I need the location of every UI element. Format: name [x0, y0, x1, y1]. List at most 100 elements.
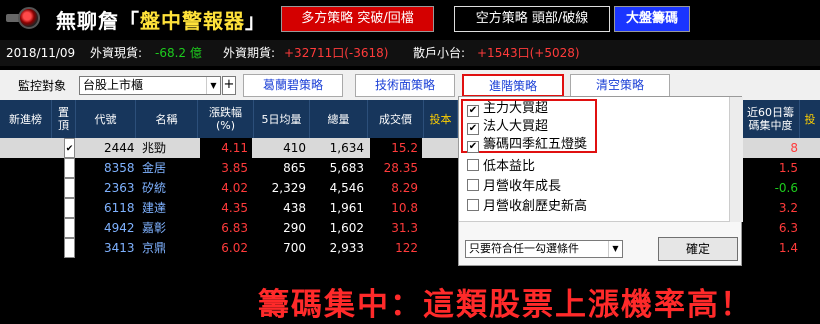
stock-name: 金居: [142, 161, 167, 175]
option-label: 主力大買超: [483, 101, 549, 116]
avg5-volume: 290: [283, 221, 306, 235]
pin-checkbox[interactable]: [64, 158, 75, 178]
stock-code: 6118: [104, 201, 135, 215]
short-strategy-button[interactable]: 空方策略 頭部/破線: [454, 6, 610, 32]
option-label: 低本益比: [483, 159, 536, 174]
monitor-target-dropdown[interactable]: 台股上市櫃 ▼: [79, 76, 221, 95]
option-checkbox[interactable]: ✔: [467, 141, 479, 153]
option-institutional-buy[interactable]: ✔ 法人大買超: [467, 119, 548, 135]
add-button[interactable]: +: [222, 76, 236, 95]
chevron-down-icon[interactable]: ▼: [206, 77, 220, 94]
long-strategy-button[interactable]: 多方策略 突破/回檔: [281, 6, 434, 32]
pin-checkbox[interactable]: [64, 178, 75, 198]
avg5-volume: 700: [283, 241, 306, 255]
option-checkbox[interactable]: [467, 199, 479, 211]
total-volume: 1,602: [329, 221, 364, 235]
concentration-60d: 8: [790, 141, 798, 155]
monitor-target-value: 台股上市櫃: [83, 78, 144, 92]
app-title-main: 盤中警報器: [140, 9, 245, 33]
concentration-60d: 6.3: [778, 221, 798, 235]
option-label: 籌碼四季紅五燈獎: [483, 137, 588, 152]
stock-code: 8358: [104, 161, 135, 175]
option-monthly-revenue-high[interactable]: 月營收創歷史新高: [467, 199, 587, 215]
avg5-volume: 865: [283, 161, 306, 175]
stock-name: 兆勁: [142, 141, 167, 155]
stock-code: 2363: [104, 181, 135, 195]
col-concentration-60d[interactable]: 近60日籌碼集中度: [742, 100, 800, 138]
total-volume: 2,933: [329, 241, 364, 255]
confirm-button[interactable]: 確定: [658, 237, 738, 261]
chevron-down-icon[interactable]: ▼: [608, 241, 622, 257]
foreign-futures-label: 外資期貨:: [223, 46, 276, 60]
price: 15.2: [370, 138, 422, 158]
total-volume: 1,634: [329, 141, 364, 155]
concentration-60d: -0.6: [774, 181, 798, 195]
market-info-bar: 2018/11/09 外資現貨: -68.2 億 外資期貨: +32711口(-…: [0, 40, 820, 66]
concentration-60d: 3.2: [778, 201, 798, 215]
col-total-volume[interactable]: 總量: [310, 100, 368, 138]
total-volume: 4,546: [329, 181, 364, 195]
option-main-force-buy[interactable]: ✔ 主力大買超: [467, 101, 548, 117]
stock-name: 建達: [142, 201, 167, 215]
pin-checkbox[interactable]: [64, 198, 75, 218]
avg5-volume: 410: [283, 141, 306, 155]
option-monthly-revenue-growth[interactable]: 月營收年成長: [467, 179, 561, 195]
tab-clear-strategy[interactable]: 清空策略: [570, 74, 670, 97]
market-chips-button[interactable]: 大盤籌碼: [614, 6, 690, 32]
option-label: 法人大買超: [483, 119, 549, 134]
tab-advanced-strategy[interactable]: 進階策略: [462, 74, 564, 97]
col-pin[interactable]: 置頂: [52, 100, 76, 138]
total-volume: 1,961: [329, 201, 364, 215]
retail-value: +1543口(+5028): [477, 46, 580, 60]
date-label: 2018/11/09: [6, 46, 76, 60]
concentration-60d: 1.4: [778, 241, 798, 255]
app-title-suffix: 」: [245, 9, 266, 33]
price: 28.35: [383, 161, 418, 175]
stock-code: 2444: [104, 141, 135, 155]
pin-checkbox[interactable]: [64, 238, 75, 258]
change-pct: 4.11: [200, 138, 252, 158]
stock-code: 3413: [104, 241, 135, 255]
option-checkbox[interactable]: ✔: [467, 123, 479, 135]
option-low-pe[interactable]: 低本益比: [467, 159, 535, 175]
vertical-scrollbar[interactable]: [729, 97, 743, 222]
col-new-entry[interactable]: 新進榜: [0, 100, 52, 138]
promo-caption: 籌碼集中：這類股票上漲機率高！: [258, 287, 753, 323]
strategy-options-list: ✔ 主力大買超 ✔ 法人大買超 ✔ 籌碼四季紅五燈獎 低本益比 月營收年成長 月營收創…: [459, 97, 743, 222]
col-avg5-volume[interactable]: 5日均量: [254, 100, 310, 138]
top-bar: 無聊詹「盤中警報器」 多方策略 突破/回檔 空方策略 頭部/破線 大盤籌碼: [0, 0, 820, 38]
stock-code: 4942: [104, 221, 135, 235]
col-price[interactable]: 成交價: [368, 100, 424, 138]
change-pct: 6.83: [221, 221, 248, 235]
stock-name: 矽統: [142, 181, 167, 195]
price: 10.8: [391, 201, 418, 215]
concentration-60d: 1.5: [778, 161, 798, 175]
avg5-volume: 2,329: [271, 181, 306, 195]
condition-mode-value: 只要符合任一勾選條件: [469, 242, 579, 255]
price: 122: [395, 241, 418, 255]
option-chip-four-seasons[interactable]: ✔ 籌碼四季紅五燈獎: [467, 137, 587, 153]
tab-technical-strategy[interactable]: 技術面策略: [355, 74, 455, 97]
pin-checkbox[interactable]: [64, 218, 75, 238]
col-trust-extra[interactable]: 投: [800, 100, 820, 138]
option-label: 月營收創歷史新高: [483, 199, 588, 214]
avg5-volume: 438: [283, 201, 306, 215]
stock-name: 嘉彰: [142, 221, 167, 235]
option-checkbox[interactable]: [467, 179, 479, 191]
foreign-futures-value: +32711口(-3618): [284, 46, 389, 60]
condition-mode-dropdown[interactable]: 只要符合任一勾選條件 ▼: [465, 240, 623, 258]
advanced-strategy-popup: ✔ 主力大買超 ✔ 法人大買超 ✔ 籌碼四季紅五燈獎 低本益比 月營收年成長 月營收創…: [458, 96, 743, 266]
price: 31.3: [391, 221, 418, 235]
option-checkbox[interactable]: [467, 159, 479, 171]
stock-name: 京鼎: [142, 241, 167, 255]
price: 8.29: [391, 181, 418, 195]
change-pct: 3.85: [221, 161, 248, 175]
option-checkbox[interactable]: ✔: [467, 105, 479, 117]
change-pct: 6.02: [221, 241, 248, 255]
tab-granville-strategy[interactable]: 葛蘭碧策略: [243, 74, 343, 97]
col-trust-cost[interactable]: 投本: [424, 100, 458, 138]
col-code[interactable]: 代號: [76, 100, 136, 138]
col-change-pct[interactable]: 漲跌幅(%): [198, 100, 254, 138]
pin-checkbox[interactable]: ✔: [64, 138, 75, 158]
col-name[interactable]: 名稱: [136, 100, 198, 138]
